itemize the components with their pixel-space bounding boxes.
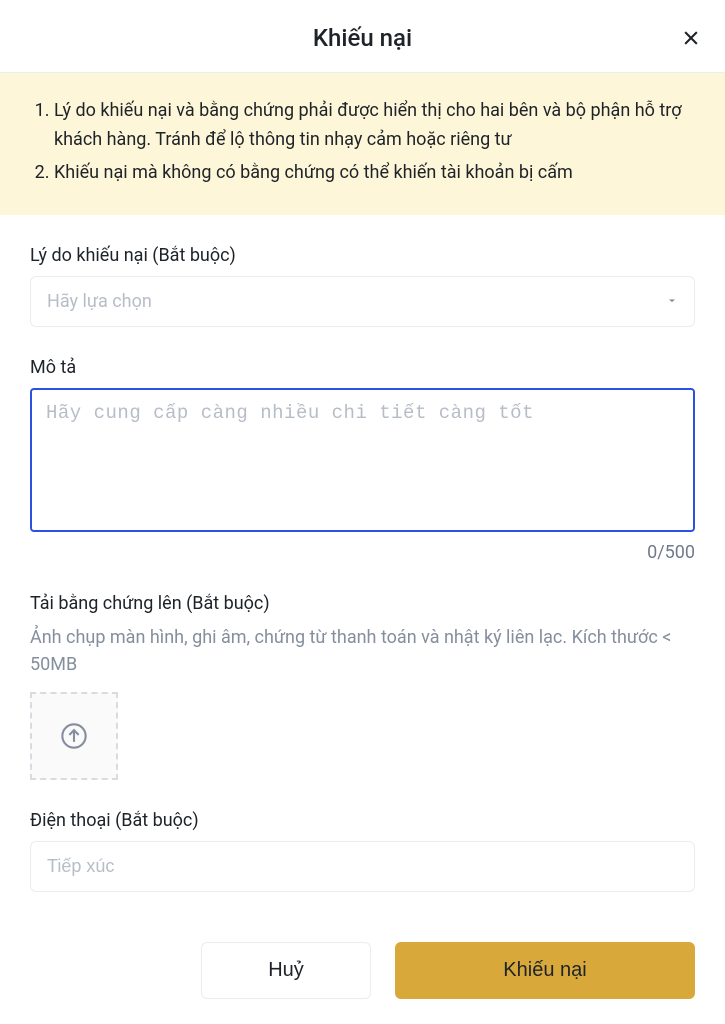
- upload-label: Tải bằng chứng lên (Bắt buộc): [30, 593, 695, 614]
- reason-label: Lý do khiếu nại (Bắt buộc): [30, 245, 695, 266]
- description-label: Mô tả: [30, 357, 695, 378]
- close-button[interactable]: [681, 28, 701, 52]
- phone-input[interactable]: [30, 841, 695, 892]
- description-field: Mô tả 0/500: [30, 357, 695, 563]
- notice-list: Lý do khiếu nại và bằng chứng phải được …: [30, 97, 695, 187]
- notice-banner: Lý do khiếu nại và bằng chứng phải được …: [0, 73, 725, 215]
- page-title: Khiếu nại: [313, 24, 412, 52]
- upload-field: Tải bằng chứng lên (Bắt buộc) Ảnh chụp m…: [30, 593, 695, 780]
- form-content: Lý do khiếu nại (Bắt buộc) Hãy lựa chọn …: [0, 215, 725, 942]
- reason-select-wrap: Hãy lựa chọn: [30, 276, 695, 327]
- notice-item: Lý do khiếu nại và bằng chứng phải được …: [54, 97, 695, 155]
- cancel-button[interactable]: Huỷ: [201, 942, 371, 999]
- phone-field: Điện thoại (Bắt buộc): [30, 810, 695, 892]
- description-textarea[interactable]: [30, 388, 695, 532]
- upload-icon: [60, 722, 88, 750]
- upload-help: Ảnh chụp màn hình, ghi âm, chứng từ than…: [30, 624, 695, 678]
- reason-field: Lý do khiếu nại (Bắt buộc) Hãy lựa chọn: [30, 245, 695, 327]
- phone-label: Điện thoại (Bắt buộc): [30, 810, 695, 831]
- upload-button[interactable]: [30, 692, 118, 780]
- notice-item: Khiếu nại mà không có bằng chứng có thể …: [54, 159, 695, 188]
- reason-select[interactable]: Hãy lựa chọn: [30, 276, 695, 327]
- close-icon: [681, 28, 701, 48]
- modal-footer: Huỷ Khiếu nại: [0, 942, 725, 1019]
- submit-button[interactable]: Khiếu nại: [395, 942, 695, 999]
- char-count: 0/500: [30, 542, 695, 563]
- modal-header: Khiếu nại: [0, 0, 725, 73]
